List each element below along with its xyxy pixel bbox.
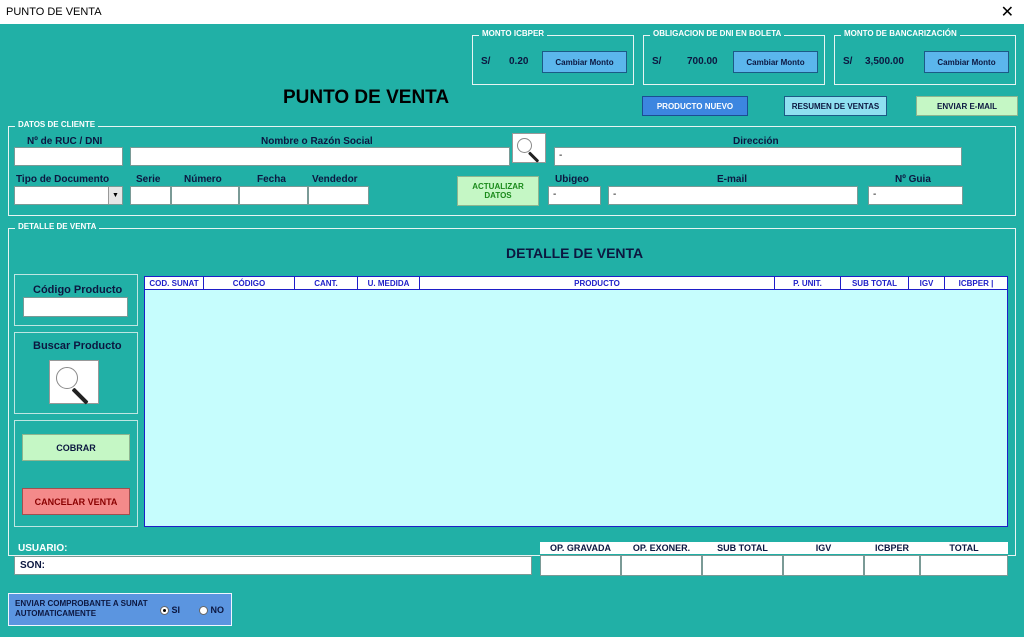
buscar-cliente-button[interactable] bbox=[512, 133, 546, 163]
col-icbper[interactable]: ICBPER | bbox=[945, 277, 1007, 289]
total-total-label: TOTAL bbox=[949, 543, 979, 553]
email-label: E-mail bbox=[717, 174, 748, 185]
usuario-label: USUARIO: bbox=[18, 543, 68, 554]
ruc-input[interactable] bbox=[14, 147, 123, 166]
envio-sunat-panel: ENVIAR COMPROBANTE A SUNAT AUTOMATICAMEN… bbox=[8, 593, 232, 626]
vendedor-input[interactable] bbox=[308, 186, 369, 205]
direccion-input[interactable]: - bbox=[554, 147, 962, 166]
ubigeo-label: Ubigeo bbox=[555, 174, 589, 185]
radio-no[interactable]: NO bbox=[199, 605, 225, 616]
total-total-field bbox=[920, 555, 1008, 576]
icbper-legend: MONTO ICBPER bbox=[479, 29, 548, 38]
buscar-producto-label: Buscar Producto bbox=[33, 340, 122, 352]
col-sub-total[interactable]: SUB TOTAL bbox=[841, 277, 909, 289]
bancarizacion-value: 3,500.00 bbox=[865, 56, 904, 67]
dni-legend: OBLIGACION DE DNI EN BOLETA bbox=[650, 29, 785, 38]
magnifier-icon bbox=[50, 361, 100, 405]
ruc-label: Nº de RUC / DNI bbox=[27, 136, 103, 147]
col-cant[interactable]: CANT. bbox=[295, 277, 358, 289]
cobrar-button[interactable]: COBRAR bbox=[22, 434, 130, 461]
col-cod-sunat[interactable]: COD. SUNAT bbox=[145, 277, 204, 289]
producto-nuevo-button[interactable]: PRODUCTO NUEVO bbox=[642, 96, 748, 116]
son-label: SON: bbox=[20, 560, 45, 571]
col-codigo[interactable]: CÓDIGO bbox=[204, 277, 295, 289]
total-sub-total-field bbox=[702, 555, 783, 576]
window-titlebar: PUNTO DE VENTA ✕ bbox=[0, 0, 1024, 24]
radio-no-label: NO bbox=[210, 605, 225, 615]
nombre-input[interactable] bbox=[130, 147, 510, 166]
radio-si-label: SI bbox=[171, 605, 181, 615]
bancarizacion-change-button[interactable]: Cambiar Monto bbox=[924, 51, 1009, 73]
direccion-label: Dirección bbox=[733, 136, 779, 147]
col-p-unit[interactable]: P. UNIT. bbox=[775, 277, 841, 289]
total-igv-field bbox=[783, 555, 864, 576]
total-op-exoner-field bbox=[621, 555, 702, 576]
tipo-doc-label: Tipo de Documento bbox=[16, 174, 110, 185]
dni-frame: OBLIGACION DE DNI EN BOLETA S/ 700.00 Ca… bbox=[643, 29, 825, 85]
cliente-legend: DATOS DE CLIENTE bbox=[15, 120, 99, 129]
form-body: MONTO ICBPER S/ 0.20 Cambiar Monto OBLIG… bbox=[0, 24, 1024, 637]
dni-currency: S/ bbox=[652, 56, 662, 67]
cancelar-venta-button[interactable]: CANCELAR VENTA bbox=[22, 488, 130, 515]
total-op-gravada-label: OP. GRAVADA bbox=[549, 543, 611, 553]
col-igv[interactable]: IGV bbox=[909, 277, 945, 289]
serie-label: Serie bbox=[136, 174, 161, 185]
vendedor-label: Vendedor bbox=[312, 174, 358, 185]
radio-si[interactable]: SI bbox=[160, 605, 181, 616]
codigo-producto-label: Código Producto bbox=[33, 284, 123, 296]
total-icbper-label: ICBPER bbox=[874, 543, 909, 553]
icbper-currency: S/ bbox=[481, 56, 491, 67]
total-op-exoner-label: OP. EXONER. bbox=[632, 543, 691, 553]
nombre-label: Nombre o Razón Social bbox=[261, 136, 373, 147]
dni-value: 700.00 bbox=[687, 56, 718, 67]
resumen-ventas-button[interactable]: RESUMEN DE VENTAS bbox=[784, 96, 887, 116]
total-op-gravada-field bbox=[540, 555, 621, 576]
serie-input[interactable] bbox=[130, 186, 171, 205]
total-icbper-field bbox=[864, 555, 920, 576]
bancarizacion-frame: MONTO DE BANCARIZACIÓN S/ 3,500.00 Cambi… bbox=[834, 29, 1016, 85]
bancarizacion-currency: S/ bbox=[843, 56, 853, 67]
total-sub-total-label: SUB TOTAL bbox=[717, 543, 768, 553]
magnifier-icon bbox=[513, 134, 547, 164]
close-icon[interactable]: ✕ bbox=[1001, 2, 1014, 22]
icbper-value: 0.20 bbox=[509, 56, 529, 67]
son-field: SON: bbox=[14, 556, 532, 575]
radio-icon[interactable] bbox=[199, 606, 208, 616]
guia-label: Nº Guia bbox=[895, 174, 931, 185]
page-title: PUNTO DE VENTA bbox=[283, 87, 450, 108]
enviar-email-button[interactable]: ENVIAR E-MAIL bbox=[916, 96, 1018, 116]
dni-change-button[interactable]: Cambiar Monto bbox=[733, 51, 818, 73]
tipo-doc-select[interactable]: ▼ bbox=[14, 186, 123, 205]
window-title: PUNTO DE VENTA bbox=[6, 6, 102, 18]
total-igv-label: IGV bbox=[815, 543, 832, 553]
actualizar-datos-button[interactable]: ACTUALIZAR DATOS bbox=[457, 176, 539, 206]
grid-header: COD. SUNAT CÓDIGO CANT. U. MEDIDA PRODUC… bbox=[144, 276, 1008, 290]
dropdown-arrow-icon[interactable]: ▼ bbox=[108, 187, 122, 204]
numero-input[interactable] bbox=[171, 186, 239, 205]
buscar-producto-button[interactable] bbox=[49, 360, 100, 405]
icbper-change-button[interactable]: Cambiar Monto bbox=[542, 51, 627, 73]
email-input[interactable]: - bbox=[608, 186, 858, 205]
guia-input[interactable]: - bbox=[868, 186, 963, 205]
detalle-legend: DETALLE DE VENTA bbox=[15, 222, 100, 231]
fecha-input[interactable] bbox=[239, 186, 308, 205]
envio-sunat-label: ENVIAR COMPROBANTE A SUNAT AUTOMATICAMEN… bbox=[15, 599, 148, 618]
fecha-label: Fecha bbox=[257, 174, 286, 185]
numero-label: Número bbox=[184, 174, 222, 185]
col-u-medida[interactable]: U. MEDIDA bbox=[358, 277, 420, 289]
detalle-title: DETALLE DE VENTA bbox=[506, 245, 644, 261]
detalle-grid-body[interactable] bbox=[144, 290, 1008, 527]
col-producto[interactable]: PRODUCTO bbox=[420, 277, 775, 289]
totals-header: OP. GRAVADA OP. EXONER. SUB TOTAL IGV IC… bbox=[540, 542, 1008, 554]
codigo-producto-input[interactable] bbox=[23, 297, 128, 317]
icbper-frame: MONTO ICBPER S/ 0.20 Cambiar Monto bbox=[472, 29, 634, 85]
radio-icon[interactable] bbox=[160, 606, 169, 616]
bancarizacion-legend: MONTO DE BANCARIZACIÓN bbox=[841, 29, 960, 38]
ubigeo-input[interactable]: - bbox=[548, 186, 601, 205]
